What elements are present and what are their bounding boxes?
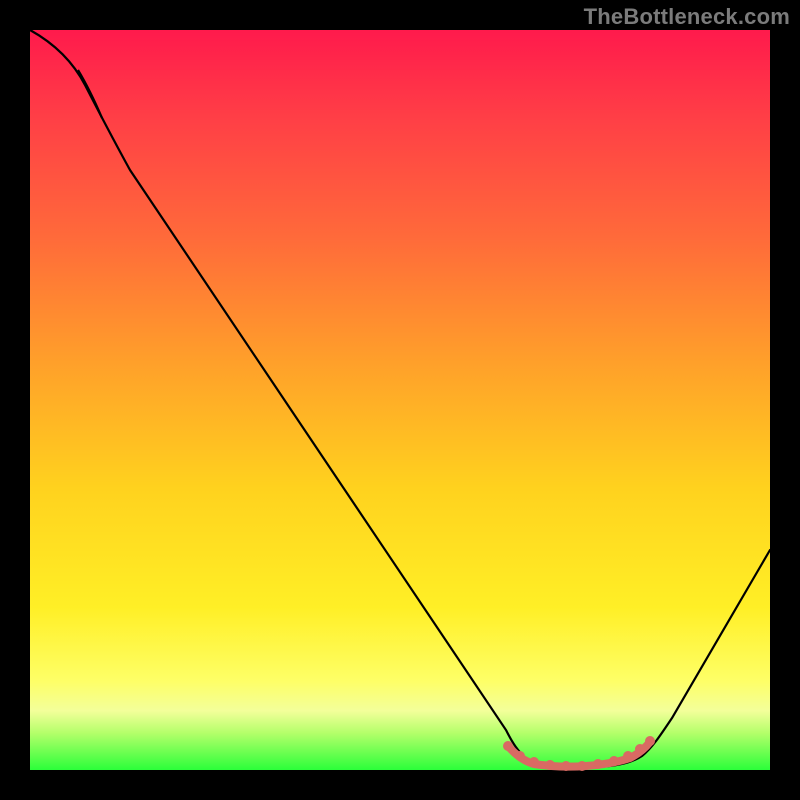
curve-knee bbox=[78, 70, 102, 118]
chart-container: TheBottleneck.com bbox=[0, 0, 800, 800]
plot-area bbox=[30, 30, 770, 770]
attribution-text: TheBottleneck.com bbox=[584, 4, 790, 30]
optimum-range-beads bbox=[503, 736, 655, 771]
bottleneck-curve bbox=[30, 30, 770, 767]
curve-svg bbox=[30, 30, 770, 770]
